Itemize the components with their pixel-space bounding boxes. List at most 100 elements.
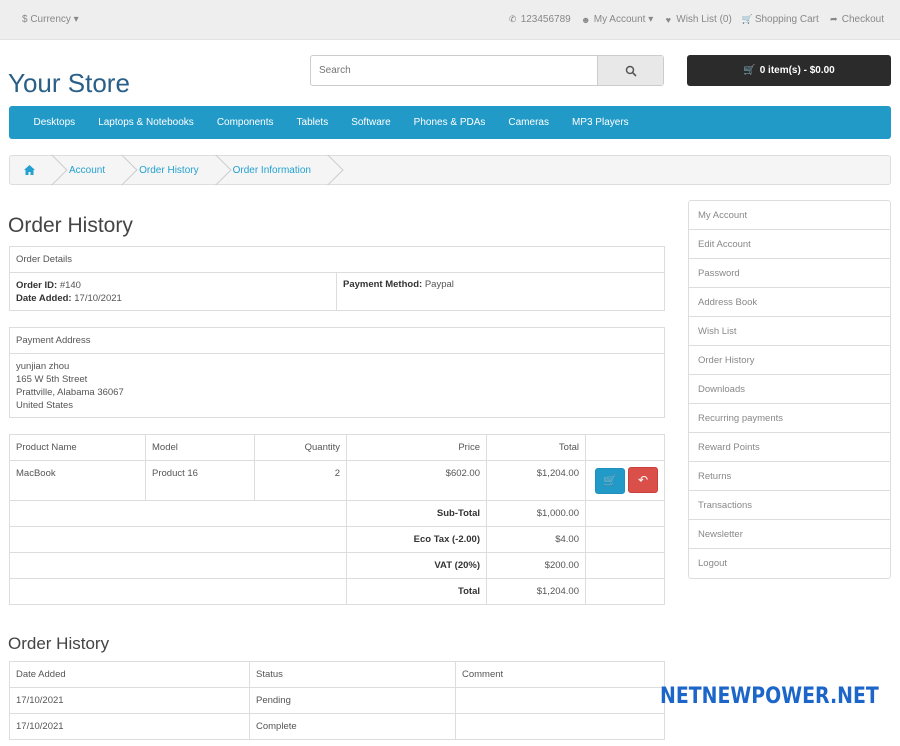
product-model: Product 16 xyxy=(145,460,255,501)
order-details-heading: Order Details xyxy=(9,246,665,273)
total-value: $1,204.00 xyxy=(486,578,586,605)
cart-icon: 🛒 xyxy=(743,65,756,76)
col-comment: Comment xyxy=(455,661,665,688)
top-bar: $ Currency ▾ ✆ 123456789 ☻ My Account ▾ ♥ W… xyxy=(0,0,900,40)
payment-address-table: Payment Address yunjian zhou 165 W 5th S… xyxy=(9,327,665,418)
phone-link[interactable]: ✆ 123456789 xyxy=(508,14,571,25)
currency-dropdown[interactable]: $ Currency ▾ xyxy=(22,14,79,25)
my-account-link[interactable]: ☻ My Account ▾ xyxy=(581,14,653,25)
sidebar-item-wish-list[interactable]: Wish List xyxy=(689,317,890,346)
sidebar-item-returns[interactable]: Returns xyxy=(689,462,890,491)
menu-item-components[interactable]: Components xyxy=(205,117,285,128)
table-row: 17/10/2021 Pending xyxy=(9,687,665,714)
sidebar-item-address-book[interactable]: Address Book xyxy=(689,288,890,317)
col-price: Price xyxy=(346,434,487,461)
order-details-table: Order Details Order ID: #140 Date Added:… xyxy=(9,246,665,311)
sidebar-item-password[interactable]: Password xyxy=(689,259,890,288)
payment-method-cell: Payment Method: Paypal xyxy=(336,272,665,311)
history-date: 17/10/2021 xyxy=(9,713,250,740)
subtotal-label: Sub-Total xyxy=(346,500,487,527)
watermark: NETNEWPOWER.NET xyxy=(660,684,879,709)
col-model: Model xyxy=(145,434,255,461)
products-table: Product Name Model Quantity Price Total … xyxy=(9,434,665,605)
return-button[interactable]: ↶ xyxy=(628,467,658,494)
sidebar-item-transactions[interactable]: Transactions xyxy=(689,491,890,520)
breadcrumb-separator xyxy=(47,155,57,185)
menu-item-cameras[interactable]: Cameras xyxy=(497,117,561,128)
product-total: $1,204.00 xyxy=(486,460,586,501)
menu-item-phones[interactable]: Phones & PDAs xyxy=(402,117,497,128)
search-icon xyxy=(625,65,637,77)
order-history-heading: Order History xyxy=(8,634,110,653)
order-info-cell: Order ID: #140 Date Added: 17/10/2021 xyxy=(9,272,337,311)
vat-label: VAT (20%) xyxy=(346,552,487,579)
order-id: #140 xyxy=(59,279,81,291)
date-added: 17/10/2021 xyxy=(74,292,122,304)
main-menu: Desktops Laptops & Notebooks Components … xyxy=(9,106,891,139)
cart-icon: 🛒 xyxy=(603,475,617,488)
shopping-cart-link[interactable]: 🛒 Shopping Cart xyxy=(742,14,819,25)
menu-item-mp3[interactable]: MP3 Players xyxy=(560,117,640,128)
product-actions: 🛒 ↶ xyxy=(585,460,665,501)
payment-address-heading: Payment Address xyxy=(9,327,665,354)
total-label: Total xyxy=(346,578,487,605)
breadcrumb-order-information[interactable]: Order Information xyxy=(233,165,311,176)
cart-icon: 🛒 xyxy=(741,14,754,24)
history-comment xyxy=(455,713,665,740)
page-title: Order History xyxy=(8,214,133,237)
cart-button[interactable]: 🛒 0 item(s) - $0.00 xyxy=(687,55,891,86)
menu-item-software[interactable]: Software xyxy=(340,117,402,128)
share-icon: ➦ xyxy=(829,14,838,24)
top-links: ✆ 123456789 ☻ My Account ▾ ♥ Wish List (0) … xyxy=(508,14,884,25)
sidebar-item-recurring-payments[interactable]: Recurring payments xyxy=(689,404,890,433)
ecotax-value: $4.00 xyxy=(486,526,586,553)
product-quantity: 2 xyxy=(254,460,347,501)
subtotal-row: Sub-Total $1,000.00 xyxy=(9,500,665,527)
history-date: 17/10/2021 xyxy=(9,687,250,714)
user-icon: ☻ xyxy=(581,14,591,25)
sidebar-item-downloads[interactable]: Downloads xyxy=(689,375,890,404)
menu-item-desktops[interactable]: Desktops xyxy=(22,117,87,128)
breadcrumb-account[interactable]: Account xyxy=(69,165,105,176)
sidebar-item-newsletter[interactable]: Newsletter xyxy=(689,520,890,549)
account-sidebar: My Account Edit Account Password Address… xyxy=(688,200,891,579)
checkout-link[interactable]: ➦ Checkout xyxy=(829,14,884,25)
store-logo[interactable]: Your Store xyxy=(8,68,130,99)
menu-item-laptops[interactable]: Laptops & Notebooks xyxy=(87,117,206,128)
search-button[interactable] xyxy=(597,56,663,85)
phone-icon: ✆ xyxy=(508,14,517,24)
table-row: 17/10/2021 Complete xyxy=(9,713,665,740)
home-icon[interactable] xyxy=(24,165,35,175)
vat-value: $200.00 xyxy=(486,552,586,579)
sidebar-item-order-history[interactable]: Order History xyxy=(689,346,890,375)
product-name: MacBook xyxy=(9,460,146,501)
ecotax-row: Eco Tax (-2.00) $4.00 xyxy=(9,526,665,553)
search-bar xyxy=(310,55,664,86)
sidebar-item-my-account[interactable]: My Account xyxy=(689,201,890,230)
history-status: Complete xyxy=(249,713,456,740)
reorder-button[interactable]: 🛒 xyxy=(595,467,625,494)
payment-method: Paypal xyxy=(424,279,454,290)
breadcrumb-separator xyxy=(117,155,127,185)
order-history-table: Date Added Status Comment 17/10/2021 Pen… xyxy=(9,661,665,740)
reply-icon: ↶ xyxy=(637,473,649,488)
col-total: Total xyxy=(486,434,586,461)
history-comment xyxy=(455,687,665,714)
heart-icon: ♥ xyxy=(665,14,671,25)
breadcrumb: Account Order History Order Information xyxy=(9,155,891,185)
history-status: Pending xyxy=(249,687,456,714)
subtotal-value: $1,000.00 xyxy=(486,500,586,527)
breadcrumb-separator xyxy=(211,155,221,185)
sidebar-item-logout[interactable]: Logout xyxy=(689,549,890,578)
breadcrumb-separator xyxy=(323,155,333,185)
total-row: Total $1,204.00 xyxy=(9,578,665,605)
col-quantity: Quantity xyxy=(254,434,347,461)
home-glyph xyxy=(24,165,35,175)
wish-list-link[interactable]: ♥ Wish List (0) xyxy=(663,14,732,25)
table-row: MacBook Product 16 2 $602.00 $1,204.00 🛒… xyxy=(9,460,665,501)
menu-item-tablets[interactable]: Tablets xyxy=(285,117,340,128)
breadcrumb-order-history[interactable]: Order History xyxy=(139,165,198,176)
sidebar-item-edit-account[interactable]: Edit Account xyxy=(689,230,890,259)
sidebar-item-reward-points[interactable]: Reward Points xyxy=(689,433,890,462)
search-input[interactable] xyxy=(311,56,597,85)
